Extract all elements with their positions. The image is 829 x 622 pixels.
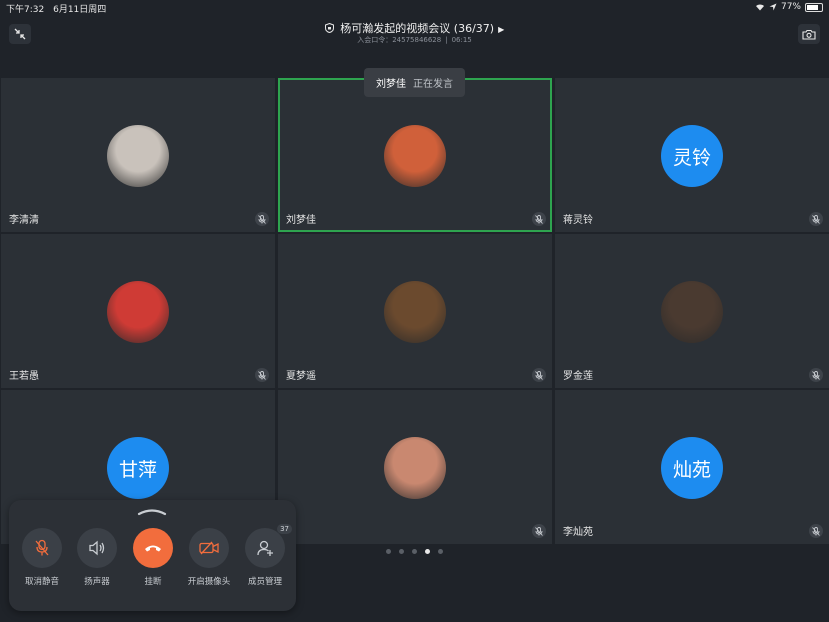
participant-avatar-initials: 甘萍 — [107, 437, 169, 499]
members-button[interactable]: 37 成员管理 — [237, 524, 293, 587]
participant-name: 李清清 — [9, 215, 39, 226]
active-speaker-status: 正在发言 — [413, 79, 453, 90]
participant-name: 刘梦佳 — [286, 215, 316, 226]
page-dot[interactable] — [399, 549, 404, 554]
members-label: 成员管理 — [247, 577, 282, 587]
muted-mic-icon — [532, 368, 546, 382]
participant-tile[interactable]: 夏梦遥 — [278, 234, 552, 388]
shield-icon — [324, 22, 334, 34]
camera-on-circle[interactable] — [189, 528, 229, 568]
participant-tile[interactable]: 王若愚 — [1, 234, 275, 388]
participant-tile[interactable]: 刘梦佳 — [278, 78, 552, 232]
participant-name: 王若愚 — [9, 371, 39, 382]
participant-grid: 李清清刘梦佳灵铃蒋灵铃王若愚夏梦遥罗金莲甘萍怡灿苑李灿苑 — [0, 78, 829, 544]
join-code: 入会口令：24575846628 — [357, 36, 442, 44]
muted-mic-icon — [255, 368, 269, 382]
muted-mic-icon — [809, 524, 823, 538]
muted-mic-icon — [809, 368, 823, 382]
meeting-info: 入会口令：24575846628 | 06:15 — [357, 36, 472, 44]
muted-mic-icon — [809, 212, 823, 226]
participant-avatar-photo — [107, 281, 169, 343]
camera-off-icon — [199, 541, 219, 555]
participant-name: 夏梦遥 — [286, 371, 316, 382]
participant-tile[interactable]: 灿苑李灿苑 — [555, 390, 829, 544]
status-time: 下午7:32 — [6, 5, 45, 15]
participant-tile[interactable]: 灵铃蒋灵铃 — [555, 78, 829, 232]
active-speaker-toast: 刘梦佳 正在发言 — [364, 68, 465, 97]
control-panel: 取消静音 扬声器 挂断 开启摄像头 37 成员管理 — [9, 500, 296, 611]
participant-avatar-photo — [661, 281, 723, 343]
hangup-circle[interactable] — [133, 528, 173, 568]
hangup-label: 挂断 — [144, 577, 162, 587]
location-icon — [769, 3, 777, 11]
muted-mic-icon — [532, 212, 546, 226]
muted-mic-icon — [532, 524, 546, 538]
participant-tile[interactable]: 罗金莲 — [555, 234, 829, 388]
play-icon: ▶ — [498, 25, 505, 34]
status-bar: 下午7:32 6月11日周四 77% — [0, 0, 829, 16]
participant-avatar-photo — [384, 281, 446, 343]
meeting-duration: 06:15 — [451, 36, 472, 44]
expand-handle-icon[interactable] — [137, 506, 167, 516]
participant-avatar-photo — [384, 125, 446, 187]
participant-name: 罗金莲 — [563, 371, 593, 382]
page-dot[interactable] — [412, 549, 417, 554]
participant-name: 李灿苑 — [563, 527, 593, 538]
speaker-circle[interactable] — [77, 528, 117, 568]
page-dot[interactable] — [438, 549, 443, 554]
switch-camera-icon — [802, 29, 816, 40]
unmute-button[interactable]: 取消静音 — [14, 528, 70, 587]
camera-on-button[interactable]: 开启摄像头 — [181, 528, 237, 587]
battery-percent: 77% — [780, 2, 801, 12]
participant-name: 蒋灵铃 — [563, 215, 593, 226]
meeting-title: 杨可瀚发起的视频会议 (36/37) — [340, 22, 495, 35]
participant-avatar-photo — [107, 125, 169, 187]
participant-tile[interactable]: 李清清 — [1, 78, 275, 232]
unmute-circle[interactable] — [22, 528, 62, 568]
participant-tile[interactable]: 怡 — [278, 390, 552, 544]
participant-avatar-initials: 灵铃 — [661, 125, 723, 187]
members-count-badge: 37 — [277, 524, 292, 534]
switch-camera-button[interactable] — [798, 24, 820, 44]
muted-mic-icon — [255, 212, 269, 226]
hangup-icon — [145, 545, 161, 552]
unmute-label: 取消静音 — [24, 577, 59, 587]
speaker-button[interactable]: 扬声器 — [69, 528, 125, 587]
meeting-header: 杨可瀚发起的视频会议 (36/37) ▶ 入会口令：24575846628 | 06:… — [0, 16, 829, 50]
page-dot[interactable] — [386, 549, 391, 554]
active-speaker-name: 刘梦佳 — [376, 79, 406, 90]
meeting-title-button[interactable]: 杨可瀚发起的视频会议 (36/37) ▶ — [0, 20, 829, 36]
camera-on-label: 开启摄像头 — [187, 577, 231, 587]
battery-icon — [805, 2, 823, 12]
mic-off-icon — [35, 539, 49, 556]
participant-avatar-photo — [384, 437, 446, 499]
status-date: 6月11日周四 — [53, 5, 107, 15]
members-circle[interactable]: 37 — [245, 524, 292, 568]
speaker-label: 扬声器 — [84, 577, 110, 587]
hangup-button[interactable]: 挂断 — [125, 528, 181, 587]
speaker-icon — [89, 540, 105, 556]
members-icon — [257, 540, 273, 556]
page-dot[interactable] — [425, 549, 430, 554]
wifi-icon — [755, 4, 764, 11]
participant-avatar-initials: 灿苑 — [661, 437, 723, 499]
